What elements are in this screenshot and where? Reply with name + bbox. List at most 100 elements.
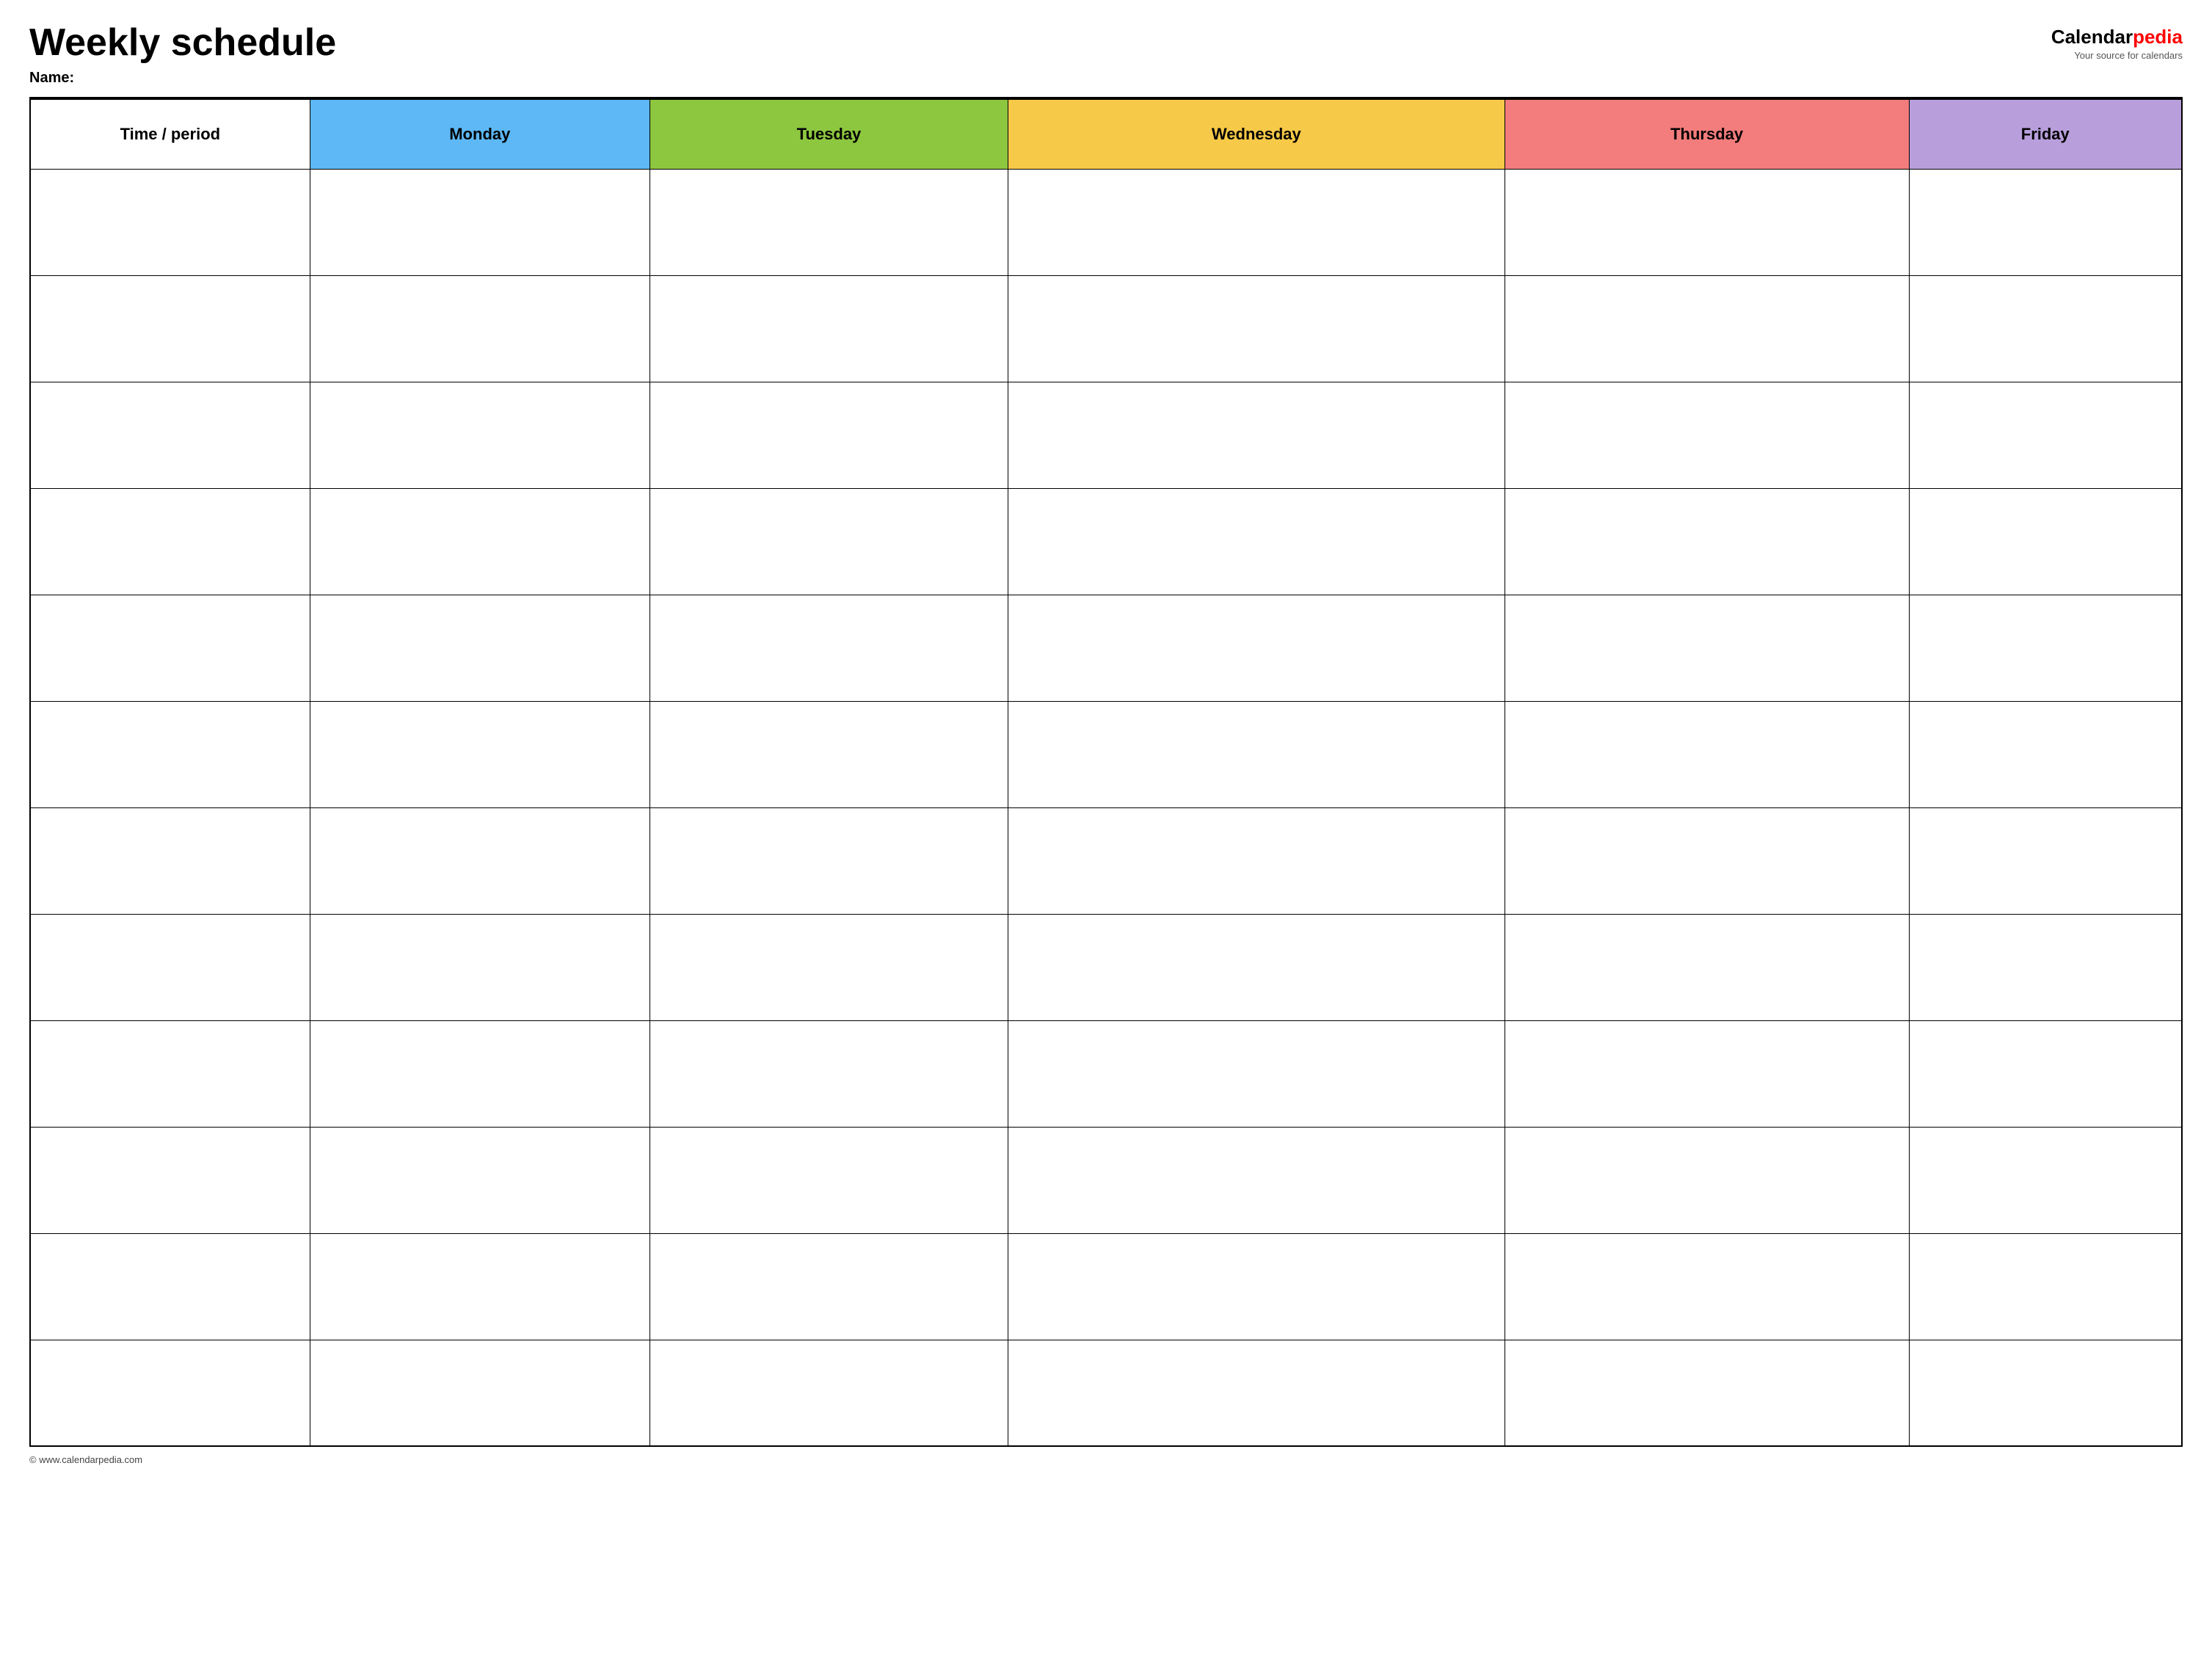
table-cell-friday[interactable] — [1909, 1020, 2182, 1127]
table-cell-time[interactable] — [30, 1233, 310, 1340]
table-cell-wednesday[interactable] — [1008, 488, 1505, 595]
table-cell-thursday[interactable] — [1505, 169, 1909, 275]
table-cell-time[interactable] — [30, 488, 310, 595]
table-cell-thursday[interactable] — [1505, 595, 1909, 701]
logo-text: Calendarpedia — [2051, 26, 2183, 48]
table-body — [30, 169, 2182, 1446]
table-cell-time[interactable] — [30, 1020, 310, 1127]
table-cell-thursday[interactable] — [1505, 701, 1909, 807]
table-cell-wednesday[interactable] — [1008, 1340, 1505, 1446]
table-cell-time[interactable] — [30, 275, 310, 382]
table-cell-tuesday[interactable] — [650, 595, 1008, 701]
title-section: Weekly schedule Name: — [29, 22, 336, 87]
table-cell-tuesday[interactable] — [650, 1020, 1008, 1127]
table-cell-monday[interactable] — [310, 169, 650, 275]
table-cell-wednesday[interactable] — [1008, 275, 1505, 382]
table-cell-thursday[interactable] — [1505, 275, 1909, 382]
table-row[interactable] — [30, 1020, 2182, 1127]
table-cell-friday[interactable] — [1909, 382, 2182, 488]
table-cell-thursday[interactable] — [1505, 488, 1909, 595]
table-cell-friday[interactable] — [1909, 1127, 2182, 1233]
table-cell-friday[interactable] — [1909, 1233, 2182, 1340]
table-cell-friday[interactable] — [1909, 807, 2182, 914]
table-row[interactable] — [30, 488, 2182, 595]
table-row[interactable] — [30, 807, 2182, 914]
table-cell-tuesday[interactable] — [650, 1340, 1008, 1446]
col-header-tuesday: Tuesday — [650, 99, 1008, 169]
logo-tagline: Your source for calendars — [2074, 50, 2183, 61]
table-cell-monday[interactable] — [310, 1020, 650, 1127]
table-row[interactable] — [30, 1340, 2182, 1446]
table-cell-thursday[interactable] — [1505, 382, 1909, 488]
schedule-table: Time / period Monday Tuesday Wednesday T… — [29, 98, 2183, 1447]
table-cell-tuesday[interactable] — [650, 914, 1008, 1020]
name-label: Name: — [29, 70, 336, 87]
table-cell-wednesday[interactable] — [1008, 169, 1505, 275]
table-cell-tuesday[interactable] — [650, 169, 1008, 275]
table-cell-friday[interactable] — [1909, 914, 2182, 1020]
table-cell-wednesday[interactable] — [1008, 1020, 1505, 1127]
table-cell-wednesday[interactable] — [1008, 1233, 1505, 1340]
table-cell-friday[interactable] — [1909, 169, 2182, 275]
table-row[interactable] — [30, 914, 2182, 1020]
table-cell-monday[interactable] — [310, 488, 650, 595]
logo-calendar: Calendar — [2051, 26, 2133, 48]
table-cell-friday[interactable] — [1909, 595, 2182, 701]
table-cell-monday[interactable] — [310, 275, 650, 382]
logo-section: Calendarpedia Your source for calendars — [2051, 22, 2183, 61]
table-cell-tuesday[interactable] — [650, 1233, 1008, 1340]
table-cell-friday[interactable] — [1909, 1340, 2182, 1446]
table-cell-monday[interactable] — [310, 595, 650, 701]
table-cell-tuesday[interactable] — [650, 807, 1008, 914]
table-cell-monday[interactable] — [310, 1127, 650, 1233]
table-row[interactable] — [30, 275, 2182, 382]
table-cell-tuesday[interactable] — [650, 382, 1008, 488]
table-header-row: Time / period Monday Tuesday Wednesday T… — [30, 99, 2182, 169]
table-cell-time[interactable] — [30, 914, 310, 1020]
table-cell-wednesday[interactable] — [1008, 701, 1505, 807]
table-cell-wednesday[interactable] — [1008, 382, 1505, 488]
col-header-monday: Monday — [310, 99, 650, 169]
table-cell-time[interactable] — [30, 169, 310, 275]
table-cell-wednesday[interactable] — [1008, 595, 1505, 701]
table-cell-thursday[interactable] — [1505, 914, 1909, 1020]
table-cell-thursday[interactable] — [1505, 807, 1909, 914]
table-cell-time[interactable] — [30, 382, 310, 488]
table-row[interactable] — [30, 1127, 2182, 1233]
col-header-wednesday: Wednesday — [1008, 99, 1505, 169]
table-cell-monday[interactable] — [310, 1340, 650, 1446]
table-row[interactable] — [30, 701, 2182, 807]
table-cell-wednesday[interactable] — [1008, 914, 1505, 1020]
logo-pedia: pedia — [2133, 26, 2183, 48]
table-cell-tuesday[interactable] — [650, 1127, 1008, 1233]
table-row[interactable] — [30, 595, 2182, 701]
table-cell-tuesday[interactable] — [650, 275, 1008, 382]
table-cell-tuesday[interactable] — [650, 488, 1008, 595]
table-cell-tuesday[interactable] — [650, 701, 1008, 807]
table-cell-friday[interactable] — [1909, 701, 2182, 807]
col-header-thursday: Thursday — [1505, 99, 1909, 169]
table-cell-time[interactable] — [30, 701, 310, 807]
table-row[interactable] — [30, 169, 2182, 275]
col-header-time: Time / period — [30, 99, 310, 169]
col-header-friday: Friday — [1909, 99, 2182, 169]
table-cell-thursday[interactable] — [1505, 1127, 1909, 1233]
table-cell-wednesday[interactable] — [1008, 807, 1505, 914]
table-cell-monday[interactable] — [310, 701, 650, 807]
table-row[interactable] — [30, 382, 2182, 488]
table-cell-time[interactable] — [30, 807, 310, 914]
table-cell-thursday[interactable] — [1505, 1020, 1909, 1127]
table-cell-monday[interactable] — [310, 807, 650, 914]
table-cell-monday[interactable] — [310, 382, 650, 488]
table-row[interactable] — [30, 1233, 2182, 1340]
table-cell-thursday[interactable] — [1505, 1233, 1909, 1340]
table-cell-time[interactable] — [30, 1340, 310, 1446]
table-cell-thursday[interactable] — [1505, 1340, 1909, 1446]
table-cell-monday[interactable] — [310, 1233, 650, 1340]
table-cell-time[interactable] — [30, 1127, 310, 1233]
table-cell-wednesday[interactable] — [1008, 1127, 1505, 1233]
table-cell-friday[interactable] — [1909, 488, 2182, 595]
table-cell-monday[interactable] — [310, 914, 650, 1020]
table-cell-time[interactable] — [30, 595, 310, 701]
table-cell-friday[interactable] — [1909, 275, 2182, 382]
